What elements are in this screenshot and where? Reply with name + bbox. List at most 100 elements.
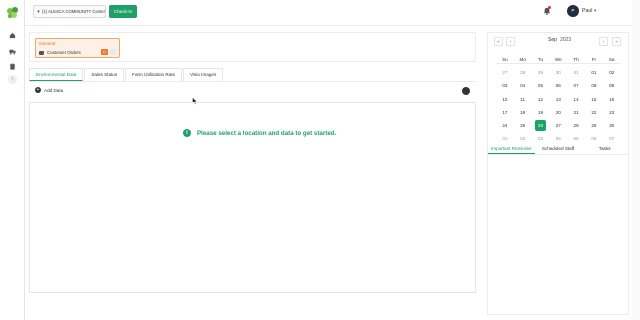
check-in-button[interactable]: Check-In [109, 5, 137, 18]
calendar-day-number: 02 [520, 136, 526, 142]
calendar-day[interactable]: 22 [585, 110, 603, 115]
sidebar-expand-button[interactable]: › [8, 75, 17, 84]
calendar-day-number: 13 [555, 96, 561, 102]
prev-year-button[interactable]: « [494, 37, 503, 46]
weekday-label: Su [502, 57, 508, 63]
prev-month-button[interactable]: ‹ [506, 37, 515, 46]
calendar-week-row: 27 28 29 30 31 01 02 [496, 66, 621, 79]
calendar-week-row: 24 25 26 27 28 29 30 [496, 119, 621, 132]
gear-icon[interactable] [462, 87, 470, 95]
calendar-day-number: 20 [555, 109, 561, 115]
calendar-day[interactable]: 05 [567, 136, 585, 141]
calendar-day[interactable]: 21 [567, 110, 585, 115]
calendar-day-number: 15 [591, 96, 597, 102]
calendar-day[interactable]: 05 [532, 83, 550, 88]
calendar-day[interactable]: 30 [549, 70, 567, 75]
calendar-day[interactable]: 11 [514, 97, 532, 102]
calendar-day[interactable]: 14 [567, 97, 585, 102]
calendar-day-number: 19 [537, 109, 544, 115]
calendar-day[interactable]: 27 [496, 70, 514, 75]
calendar-day-number: 06 [591, 136, 597, 142]
truck-icon[interactable] [9, 48, 16, 55]
calendar-year[interactable]: 2023 [560, 37, 571, 43]
calendar-day[interactable]: 06 [549, 83, 567, 88]
clipboard-icon[interactable] [9, 63, 16, 70]
calendar-day-number: 22 [591, 109, 597, 115]
calendar-day-number: 29 [591, 123, 597, 129]
empty-state-message: Please select a location and data to get… [197, 129, 337, 137]
calendar-day[interactable]: 03 [496, 83, 514, 88]
chevron-down-icon[interactable]: ▾ [594, 8, 596, 14]
calendar-day-number: 01 [502, 136, 508, 142]
calendar-day[interactable]: 28 [567, 123, 585, 128]
calendar-day[interactable]: 15 [585, 97, 603, 102]
customer-orders-toggle[interactable] [110, 49, 116, 55]
calendar-day[interactable]: 31 [567, 70, 585, 75]
customer-orders-label: Customer Orders [47, 50, 81, 55]
calendar-week-row: 03 04 05 06 07 08 09 [496, 79, 621, 92]
tab-environmental-data[interactable]: Environmental Data [29, 68, 84, 81]
notification-dot [548, 6, 551, 9]
calendar-day[interactable]: 25 [514, 123, 532, 128]
user-name[interactable]: Paul [582, 8, 592, 14]
location-select[interactable]: (1) ALESCA COMMUNITY Center [33, 5, 106, 18]
calendar-day[interactable]: 28 [514, 70, 532, 75]
calendar-day[interactable]: 29 [532, 70, 550, 75]
weekday-label: Fr [591, 57, 597, 63]
home-icon[interactable] [9, 32, 16, 39]
calendar-day-today[interactable]: 26 [532, 120, 550, 132]
calendar-day[interactable]: 30 [603, 123, 621, 128]
calendar-day[interactable]: 23 [603, 110, 621, 115]
calendar-day-number: 07 [573, 83, 579, 89]
calendar-day[interactable]: 29 [585, 123, 603, 128]
calendar-day[interactable]: 19 [532, 110, 550, 115]
calendar-day[interactable]: 20 [549, 110, 567, 115]
calendar-day[interactable]: 07 [603, 136, 621, 141]
calendar-day[interactable]: 02 [603, 70, 621, 75]
calendar-day[interactable]: 09 [603, 83, 621, 88]
add-data-button[interactable]: + Add Data [35, 87, 63, 93]
calendar-day[interactable]: 07 [567, 83, 585, 88]
calendar-day[interactable]: 01 [496, 136, 514, 141]
calendar-day-number: 08 [591, 83, 597, 89]
calendar-day-number: 28 [520, 70, 526, 76]
calendar-day[interactable]: 12 [532, 97, 550, 102]
tab-tasks[interactable]: Tasks [581, 143, 628, 154]
calendar-month[interactable]: Sep [548, 37, 557, 43]
calendar-day[interactable]: 13 [549, 97, 567, 102]
tab-scheduled-staff[interactable]: Scheduled Staff [535, 143, 582, 154]
calendar-day-number: 24 [502, 123, 508, 129]
calendar-day[interactable]: 04 [549, 136, 567, 141]
empty-state: i Please select a location and data to g… [183, 129, 336, 137]
next-year-button[interactable]: » [612, 37, 621, 46]
calendar-day[interactable]: 16 [603, 97, 621, 102]
logo-icon[interactable] [6, 6, 20, 20]
calendar-day[interactable]: 10 [496, 97, 514, 102]
calendar-day[interactable]: 24 [496, 123, 514, 128]
calendar-grid: Su Mo Tu We Th Fr Sa 27 28 29 30 31 01 02 03 04 0… [496, 53, 621, 145]
calendar-day[interactable]: 04 [514, 83, 532, 88]
calendar-day[interactable]: 08 [585, 83, 603, 88]
calendar-day[interactable]: 27 [549, 123, 567, 128]
tab-farm-utilization-rate[interactable]: Farm Utilization Rate [125, 68, 183, 81]
calendar-day[interactable]: 18 [514, 110, 532, 115]
calendar-day[interactable]: 01 [585, 70, 603, 75]
calendar-day[interactable]: 02 [514, 136, 532, 141]
tab-sales-status[interactable]: Sales Status [84, 68, 125, 81]
calendar-day-number: 07 [609, 136, 615, 142]
calendar-day-number: 01 [591, 70, 597, 76]
calendar-day[interactable]: 17 [496, 110, 514, 115]
tab-visio-images[interactable]: Visio Images [183, 68, 224, 81]
general-card[interactable]: General Customer Orders 0 [35, 38, 120, 58]
calendar-day-number: 02 [609, 70, 615, 76]
calendar-day-number: 06 [555, 83, 561, 89]
calendar-day[interactable]: 06 [585, 136, 603, 141]
tab-important-reminder[interactable]: Important Reminder [488, 143, 535, 154]
weekday-label: Sa [608, 57, 615, 63]
calendar-day[interactable]: 03 [532, 136, 550, 141]
calendar-day-number: 23 [609, 109, 615, 115]
calendar-day-number: 25 [520, 123, 526, 129]
user-avatar[interactable]: P [567, 5, 579, 17]
page-scrollbar[interactable] [632, 0, 640, 320]
next-month-button[interactable]: › [599, 37, 608, 46]
